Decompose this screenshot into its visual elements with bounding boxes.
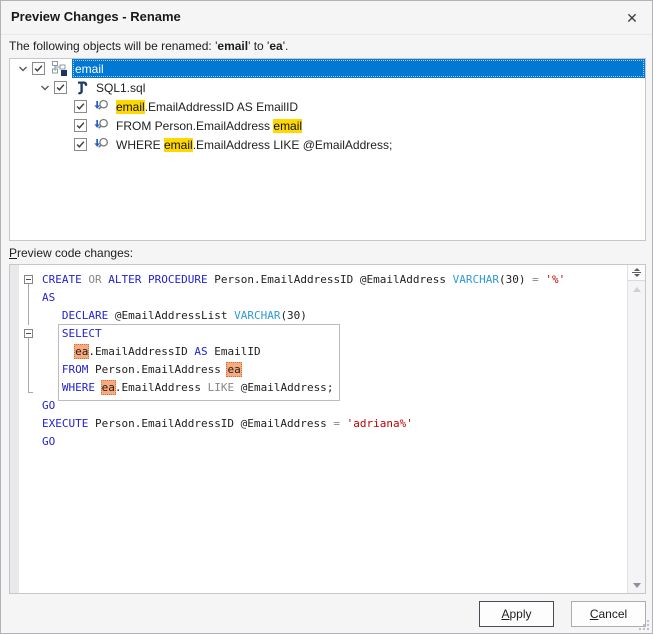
fold-collapse-icon[interactable] — [24, 275, 33, 284]
code-preview-editor[interactable]: CREATE OR ALTER PROCEDURE Person.EmailAd… — [9, 264, 646, 594]
apply-button[interactable]: Apply — [479, 601, 554, 627]
dialog-title: Preview Changes - Rename — [11, 9, 181, 24]
tree-item-label: FROM Person.EmailAddress email — [116, 118, 303, 133]
tree-item-label: email.EmailAddressID AS EmailID — [116, 99, 299, 114]
vertical-scrollbar[interactable] — [627, 265, 645, 593]
code-line: ea.EmailAddressID AS EmailID — [10, 343, 627, 361]
code-line: GO — [42, 435, 56, 448]
splitter-handle-icon[interactable] — [628, 265, 645, 281]
rename-objects-tree[interactable]: email SQL1.sql email.EmailAddressID AS Ema… — [9, 58, 646, 241]
code-line: DECLARE @EmailAddressList VARCHAR(30) — [10, 307, 627, 325]
find-reference-icon — [93, 98, 110, 115]
tree-row[interactable]: email — [10, 59, 645, 78]
scroll-down-icon[interactable] — [628, 583, 645, 588]
cancel-button[interactable]: Cancel — [571, 601, 646, 627]
code-line: AS — [10, 289, 627, 307]
code-line: CREATE OR ALTER PROCEDURE Person.EmailAd… — [10, 271, 627, 289]
chevron-down-icon[interactable] — [14, 59, 32, 78]
sql-script-icon — [73, 79, 90, 96]
checkbox[interactable] — [74, 119, 87, 132]
code-line: SELECT — [10, 325, 627, 343]
fold-collapse-icon[interactable] — [24, 329, 33, 338]
find-reference-icon — [93, 117, 110, 134]
schema-objects-icon — [51, 60, 68, 77]
code-line: FROM Person.EmailAddress ea — [10, 361, 627, 379]
selected-row-highlight: email — [72, 59, 645, 78]
code-editor-lines: CREATE OR ALTER PROCEDURE Person.EmailAd… — [10, 271, 627, 451]
code-line: EXECUTE Person.EmailAddressID @EmailAddr… — [42, 417, 413, 430]
find-reference-icon — [93, 136, 110, 153]
rename-summary-text: The following objects will be renamed: '… — [9, 39, 289, 53]
checkbox[interactable] — [54, 81, 67, 94]
title-bar: Preview Changes - Rename ✕ — [1, 1, 652, 35]
checkbox[interactable] — [32, 62, 45, 75]
scroll-up-icon[interactable] — [628, 287, 645, 292]
code-line: GO — [42, 399, 56, 412]
preview-changes-dialog: Preview Changes - Rename ✕ The following… — [0, 0, 653, 634]
preview-code-changes-label: Preview code changes: — [9, 246, 134, 260]
tree-row[interactable]: SQL1.sql — [10, 78, 645, 97]
tree-row[interactable]: email.EmailAddressID AS EmailID — [10, 97, 645, 116]
tree-item-label: email — [75, 61, 104, 76]
close-icon[interactable]: ✕ — [621, 7, 643, 29]
tree-item-label: SQL1.sql — [96, 80, 146, 95]
tree-row[interactable]: WHERE email.EmailAddress LIKE @EmailAddr… — [10, 135, 645, 154]
checkbox[interactable] — [74, 138, 87, 151]
code-line: WHERE ea.EmailAddress LIKE @EmailAddress… — [10, 379, 627, 397]
tree-row[interactable]: FROM Person.EmailAddress email — [10, 116, 645, 135]
chevron-down-icon[interactable] — [36, 78, 54, 97]
checkbox[interactable] — [74, 100, 87, 113]
tree-item-label: WHERE email.EmailAddress LIKE @EmailAddr… — [116, 137, 393, 152]
resize-grip[interactable] — [639, 620, 650, 631]
